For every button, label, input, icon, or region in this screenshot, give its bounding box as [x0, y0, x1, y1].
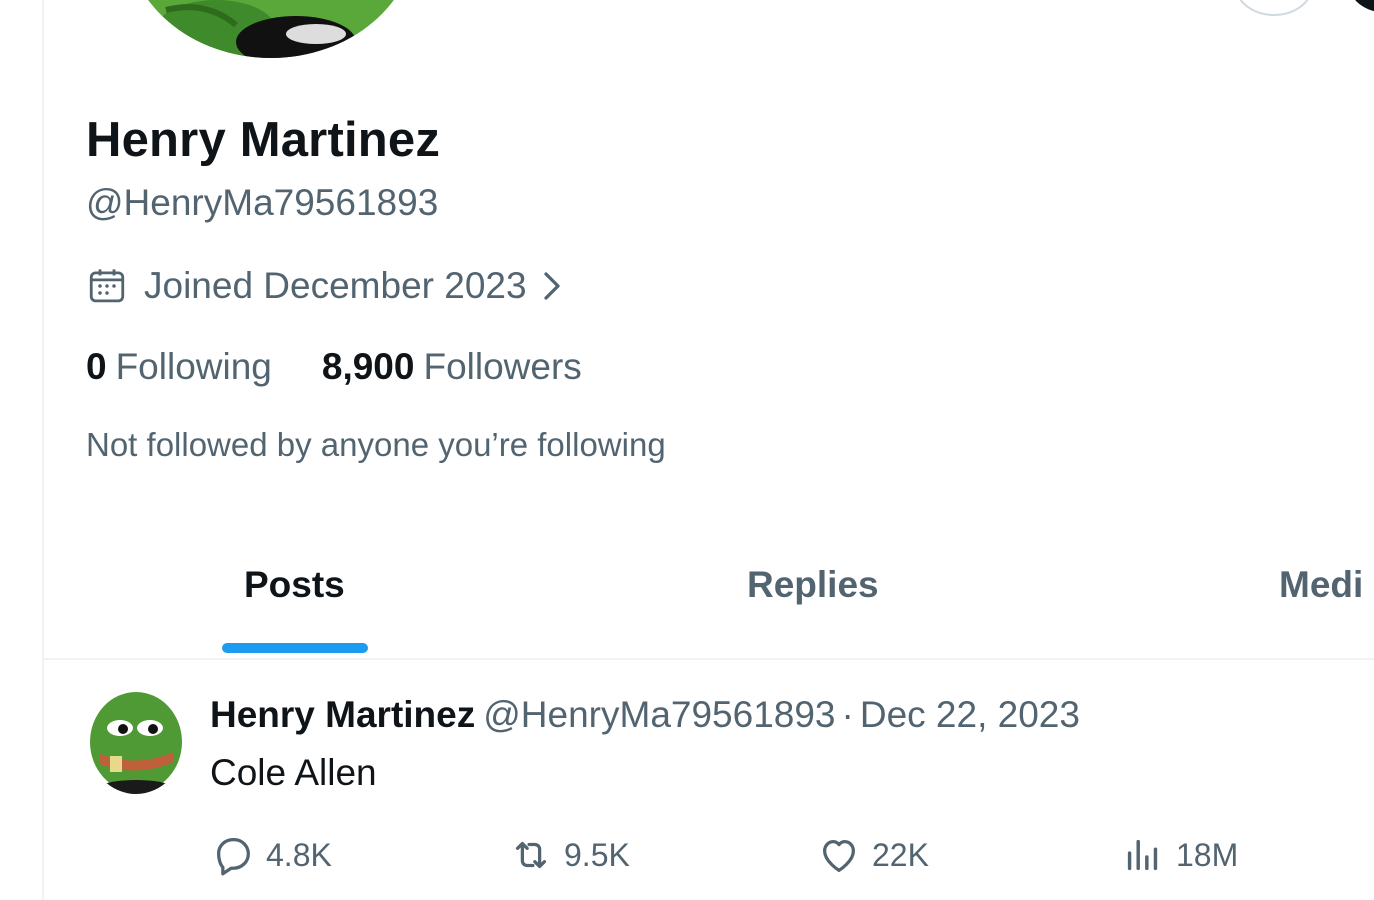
active-tab-indicator — [222, 643, 368, 653]
post-author-name[interactable]: Henry Martinez — [210, 694, 475, 735]
followers-link[interactable]: 8,900 Followers — [322, 346, 582, 388]
reply-bubble-icon — [216, 838, 250, 876]
reply-count: 4.8K — [266, 836, 332, 873]
post-header: Henry Martinez @HenryMa79561893 · Dec 22, 2… — [210, 694, 1080, 736]
repost-button[interactable]: 9.5K — [508, 832, 630, 878]
calendar-icon — [86, 265, 128, 307]
followers-label: Followers — [423, 346, 582, 387]
profile-avatar-image — [126, 0, 416, 58]
joined-date-link[interactable]: Joined December 2023 — [86, 262, 567, 310]
followers-count: 8,900 — [321, 346, 415, 387]
like-count: 22K — [872, 836, 929, 873]
mutual-followers-note: Not followed by anyone you’re following — [86, 426, 666, 463]
post-author-handle[interactable]: @HenryMa79561893 — [483, 694, 835, 735]
more-options-button[interactable] — [1234, 0, 1314, 16]
follow-button[interactable] — [1346, 0, 1374, 12]
joined-date-text: Joined December 2023 — [144, 265, 527, 306]
like-button[interactable]: 22K — [816, 832, 929, 878]
views-button[interactable]: 18M — [1120, 832, 1238, 878]
tab-posts[interactable]: Posts — [244, 564, 345, 606]
heart-icon — [822, 839, 856, 872]
following-count: 0 — [86, 346, 107, 387]
profile-page: Henry Martinez @HenryMa79561893 Joined D… — [0, 0, 1374, 900]
profile-handle: @HenryMa79561893 — [86, 182, 439, 223]
profile-tabs: Posts Replies Medi — [44, 540, 1374, 660]
post-text: Cole Allen — [210, 752, 377, 793]
post-item[interactable]: Henry Martinez @HenryMa79561893 · Dec 22, 2… — [44, 660, 1374, 900]
repost-count: 9.5K — [564, 836, 630, 873]
post-author-avatar-image — [88, 690, 184, 794]
tab-media[interactable]: Medi — [1279, 564, 1363, 606]
following-label: Following — [115, 346, 272, 387]
profile-avatar[interactable] — [126, 0, 416, 58]
post-date[interactable]: Dec 22, 2023 — [860, 694, 1080, 735]
following-link[interactable]: 0 Following — [86, 346, 272, 388]
reply-button[interactable]: 4.8K — [210, 832, 332, 878]
post-author-avatar[interactable] — [88, 690, 184, 794]
profile-display-name: Henry Martinez — [86, 113, 441, 167]
views-count: 18M — [1176, 836, 1239, 873]
repost-icon — [515, 841, 547, 869]
chevron-right-icon — [537, 268, 567, 304]
views-chart-icon — [1127, 839, 1158, 871]
post-separator: · — [841, 694, 854, 735]
tab-replies[interactable]: Replies — [747, 564, 879, 606]
follow-stats: 0 Following 8,900 Followers — [86, 346, 582, 388]
